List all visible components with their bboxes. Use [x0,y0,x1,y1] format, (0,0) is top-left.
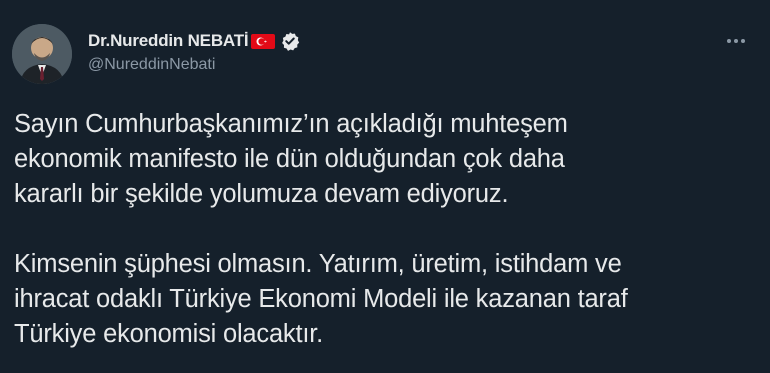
tweet-line: ekonomik manifesto ile dün olduğundan ço… [14,145,565,173]
avatar-image [12,24,72,84]
tweet-card: Dr.Nureddin NEBATİ @NureddinNebati Sayın… [0,0,770,373]
display-name[interactable]: Dr.Nureddin NEBATİ [88,31,249,51]
tweet-line: Türkiye ekonomisi olacaktır. [14,320,324,348]
tweet-text: Sayın Cumhurbaşkanımız’ın açıkladığı muh… [14,107,754,352]
tweet-line: ihracat odaklı Türkiye Ekonomi Modeli il… [14,285,628,313]
name-row: Dr.Nureddin NEBATİ [88,30,300,52]
tweet-header: Dr.Nureddin NEBATİ @NureddinNebati [88,30,300,74]
tweet-line: Sayın Cumhurbaşkanımız’ın açıkladığı muh… [14,110,568,138]
turkey-flag-icon [251,33,276,49]
user-handle[interactable]: @NureddinNebati [88,56,300,74]
verified-badge-icon [280,31,300,51]
tweet-line: Kimsenin şüphesi olmasın. Yatırım, üreti… [14,250,622,278]
more-options-icon[interactable] [724,34,748,48]
avatar[interactable] [12,24,72,84]
tweet-line: kararlı bir şekilde yolumuza devam ediyo… [14,180,509,208]
